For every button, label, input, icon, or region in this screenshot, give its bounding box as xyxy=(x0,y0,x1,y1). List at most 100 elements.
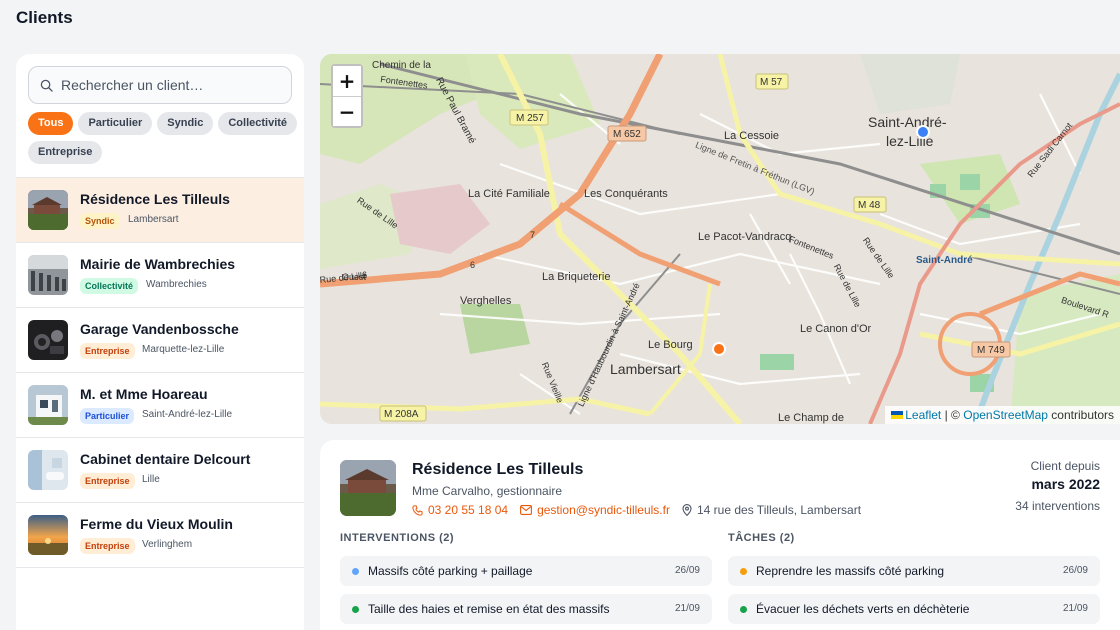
search-box[interactable] xyxy=(28,66,292,104)
map-label: Verghelles xyxy=(460,295,512,307)
task-item[interactable]: Évacuer les déchets verts en déchèterie … xyxy=(728,594,1100,624)
client-thumbnail xyxy=(28,515,68,555)
map-label: Le Champ de xyxy=(778,412,844,424)
intervention-date: 21/09 xyxy=(674,603,700,614)
map-label: 6 xyxy=(362,270,367,280)
map-label: M 652 xyxy=(613,129,641,140)
map-label: Les Conquérants xyxy=(584,188,668,200)
client-city: Marquette-lez-Lille xyxy=(142,344,225,355)
client-phone-text: 03 20 55 18 04 xyxy=(428,503,509,517)
client-address-text: 14 rue des Tilleuls, Lambersart xyxy=(696,503,862,517)
filter-chip-particulier[interactable]: Particulier xyxy=(78,112,153,135)
map-attribution: Leaflet | © OpenStreetMap contributors xyxy=(885,406,1120,424)
client-city: Lille xyxy=(142,474,160,485)
tasks-list: Reprendre les massifs côté parking 26/09… xyxy=(728,556,1100,630)
client-thumbnail xyxy=(28,320,68,360)
client-since-date: mars 2022 xyxy=(1031,476,1100,492)
intervention-text: Taille des haies et remise en état des m… xyxy=(368,602,610,616)
map-label: La Briqueterie xyxy=(542,271,611,283)
filter-chip-syndic[interactable]: Syndic xyxy=(157,112,214,135)
client-row-m-et-mme-hoareau[interactable]: M. et Mme Hoareau Particulier Saint-Andr… xyxy=(16,373,304,438)
map[interactable]: M 257 M 652 M 57 M 48 M 749 M 208A Chemi… xyxy=(320,54,1120,424)
client-name: Mairie de Wambrechies xyxy=(80,256,236,272)
search-icon xyxy=(40,79,53,92)
map-label: M 48 xyxy=(858,200,881,211)
map-label: Le Canon d'Or xyxy=(800,323,872,335)
client-list-panel: Tous Particulier Syndic Collectivité Ent… xyxy=(16,54,304,630)
client-detail-panel: Résidence Les Tilleuls Mme Carvalho, ges… xyxy=(320,440,1120,630)
client-name: Garage Vandenbossche xyxy=(80,321,239,337)
openstreetmap-link[interactable]: OpenStreetMap xyxy=(963,408,1048,422)
task-text: Évacuer les déchets verts en déchèterie xyxy=(756,602,970,616)
task-date: 26/09 xyxy=(1062,565,1088,576)
zoom-in-button[interactable]: + xyxy=(333,66,361,96)
client-row-ferme-du-vieux-moulin[interactable]: Ferme du Vieux Moulin Entreprise Verling… xyxy=(16,503,304,568)
zoom-out-button[interactable]: − xyxy=(333,96,361,126)
map-label: Le Pacot-Vandracq xyxy=(698,231,791,243)
page-title: Clients xyxy=(16,8,73,27)
ukraine-flag-icon xyxy=(891,411,904,419)
map-label: 6 xyxy=(470,260,475,270)
interventions-title: INTERVENTIONS (2) xyxy=(340,532,455,544)
client-address: 14 rue des Tilleuls, Lambersart xyxy=(682,503,861,517)
client-list: Résidence Les Tilleuls Syndic Lambersart… xyxy=(16,177,304,568)
intervention-item[interactable]: Taille des haies et remise en état des m… xyxy=(340,594,712,624)
map-label: La Cité Familiale xyxy=(468,188,550,200)
filter-chip-entreprise[interactable]: Entreprise xyxy=(28,141,103,164)
attribution-suffix: contributors xyxy=(1051,408,1114,422)
task-text: Reprendre les massifs côté parking xyxy=(756,564,945,578)
client-name: Ferme du Vieux Moulin xyxy=(80,516,233,532)
task-item[interactable]: Reprendre les massifs côté parking 26/09 xyxy=(728,556,1100,586)
client-detail-thumbnail xyxy=(340,460,396,516)
location-pin-icon xyxy=(682,504,692,516)
map-label: M 749 xyxy=(977,345,1005,356)
status-dot xyxy=(352,568,359,575)
attribution-separator: | © xyxy=(944,408,960,422)
client-thumbnail xyxy=(28,255,68,295)
map-label: 7 xyxy=(530,230,535,240)
client-interventions-count: 34 interventions xyxy=(1015,499,1100,513)
map-marker-lambersart[interactable] xyxy=(712,342,726,356)
map-label: Le Bourg xyxy=(648,339,693,351)
client-email[interactable]: gestion@syndic-tilleuls.fr xyxy=(520,503,670,517)
client-row-mairie-de-wambrechies[interactable]: Mairie de Wambrechies Collectivité Wambr… xyxy=(16,243,304,308)
filter-chip-tous[interactable]: Tous xyxy=(28,112,74,135)
map-label: Chemin de la xyxy=(372,60,431,71)
client-detail-info: 03 20 55 18 04 gestion@syndic-tilleuls.f… xyxy=(412,503,861,517)
client-detail-contact: Mme Carvalho, gestionnaire xyxy=(412,484,563,498)
filter-chips: Tous Particulier Syndic Collectivité Ent… xyxy=(28,112,298,164)
zoom-control: + − xyxy=(331,64,363,128)
status-dot xyxy=(740,568,747,575)
status-dot xyxy=(352,606,359,613)
map-tiles: M 257 M 652 M 57 M 48 M 749 M 208A Chemi… xyxy=(320,54,1120,424)
interventions-list: Massifs côté parking + paillage 26/09 Ta… xyxy=(340,556,712,630)
intervention-item[interactable]: Massifs côté parking + paillage 26/09 xyxy=(340,556,712,586)
client-type-badge: Entreprise xyxy=(80,538,135,554)
client-type-badge: Particulier xyxy=(80,408,135,424)
client-row-garage-vandenbossche[interactable]: Garage Vandenbossche Entreprise Marquett… xyxy=(16,308,304,373)
client-name: M. et Mme Hoareau xyxy=(80,386,208,402)
leaflet-link[interactable]: Leaflet xyxy=(905,408,941,422)
map-label: M 208A xyxy=(384,409,419,420)
mail-icon xyxy=(520,505,533,515)
phone-icon xyxy=(412,504,423,516)
client-name: Cabinet dentaire Delcourt xyxy=(80,451,251,467)
client-detail-name: Résidence Les Tilleuls xyxy=(412,461,584,478)
intervention-text: Massifs côté parking + paillage xyxy=(368,564,533,578)
client-phone[interactable]: 03 20 55 18 04 xyxy=(412,503,508,517)
tasks-title: TÂCHES (2) xyxy=(728,532,795,544)
client-row-residence-les-tilleuls[interactable]: Résidence Les Tilleuls Syndic Lambersart xyxy=(16,178,304,243)
client-city: Lambersart xyxy=(128,214,179,225)
client-city: Saint-André-lez-Lille xyxy=(142,409,233,420)
task-date: 21/09 xyxy=(1062,603,1088,614)
search-input[interactable] xyxy=(61,67,287,103)
client-type-badge: Entreprise xyxy=(80,343,135,359)
client-thumbnail xyxy=(28,385,68,425)
client-type-badge: Collectivité xyxy=(80,278,139,294)
client-row-cabinet-dentaire-delcourt[interactable]: Cabinet dentaire Delcourt Entreprise Lil… xyxy=(16,438,304,503)
filter-chip-collectivite[interactable]: Collectivité xyxy=(218,112,298,135)
map-marker-saint-andre[interactable] xyxy=(916,125,930,139)
map-label: M 257 xyxy=(516,113,544,124)
client-thumbnail xyxy=(28,190,68,230)
client-type-badge: Entreprise xyxy=(80,473,135,489)
